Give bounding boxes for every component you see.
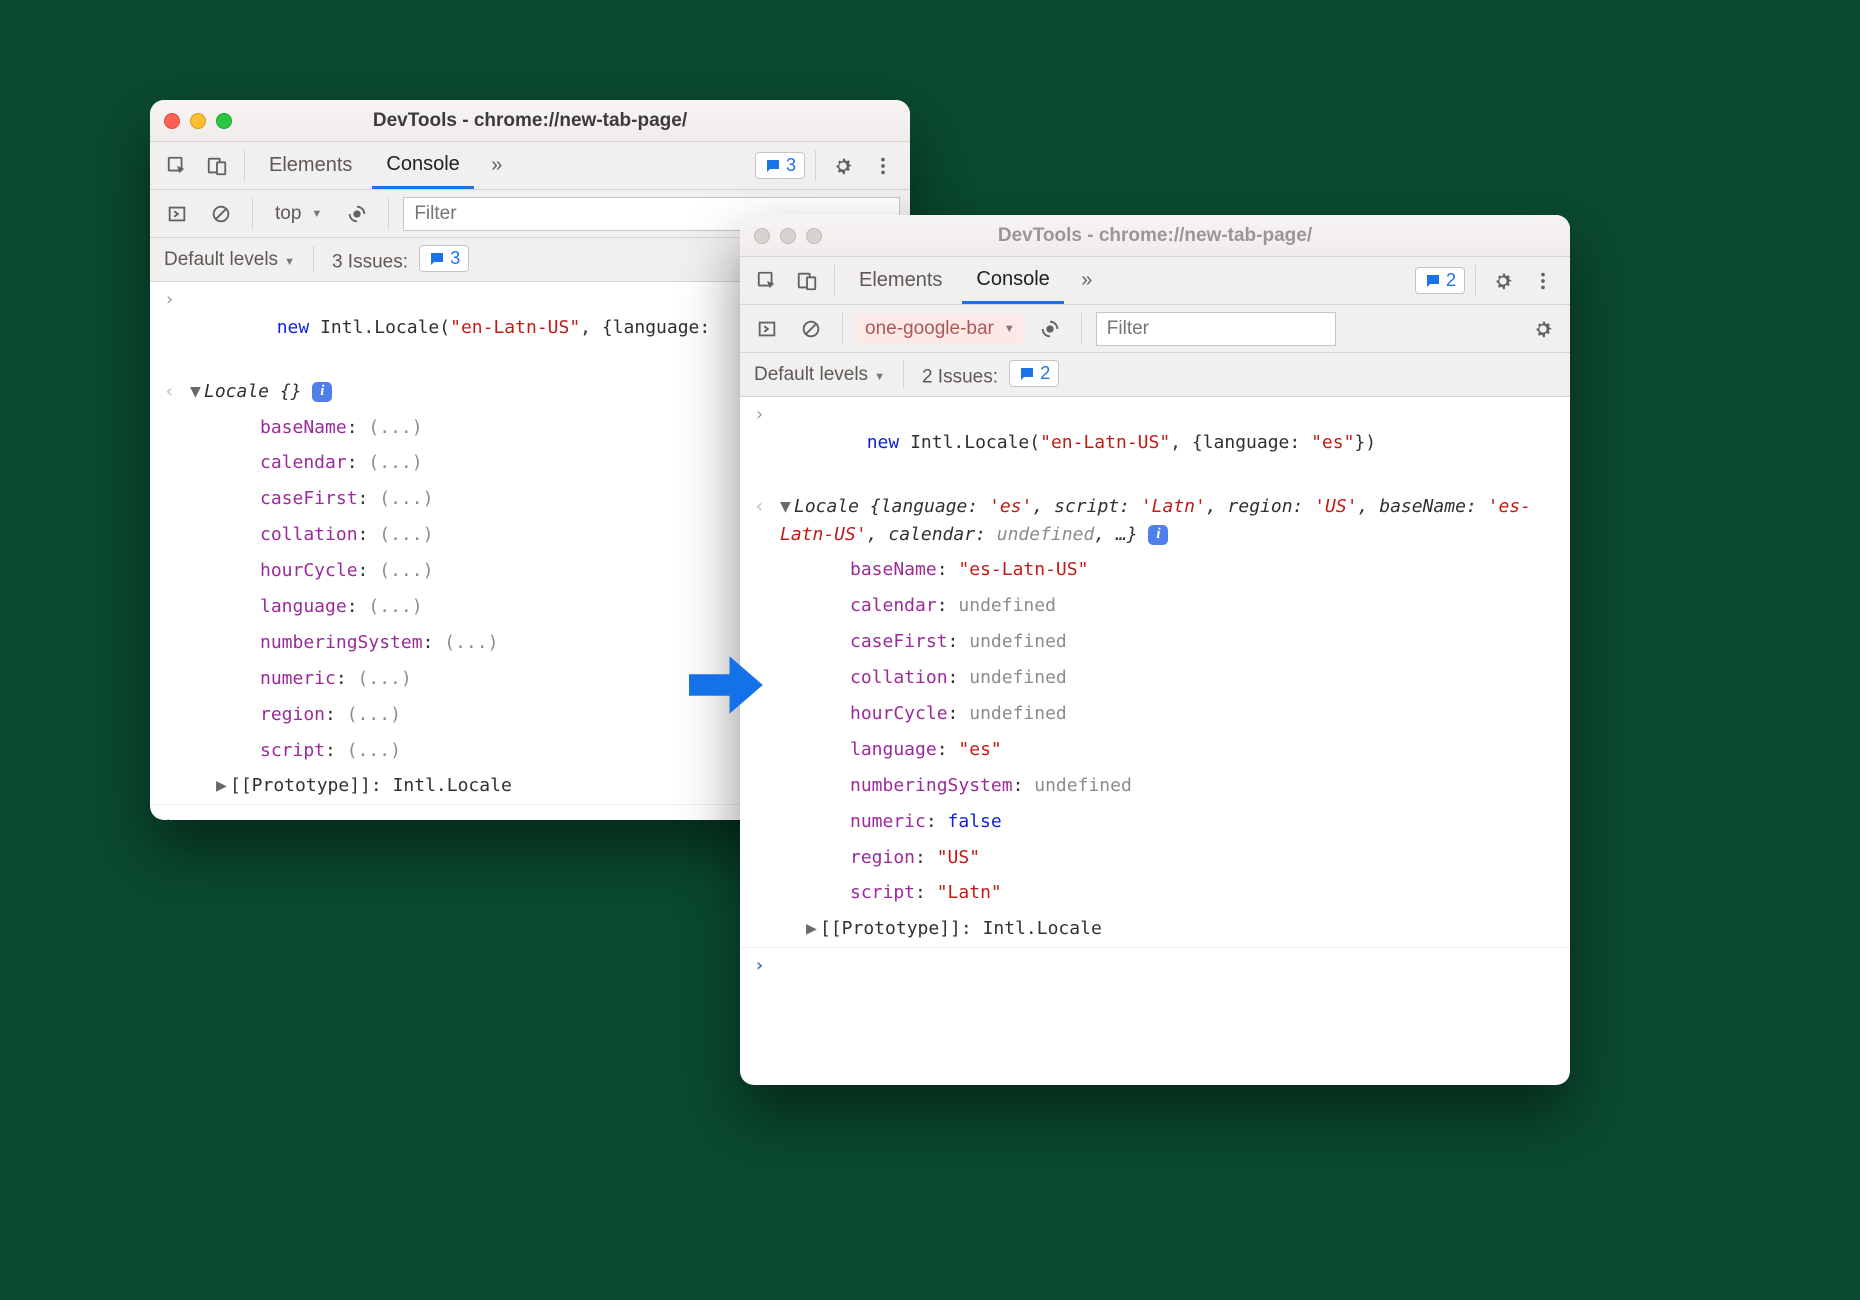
console-result-header[interactable]: ‹ ▼Locale {language: 'es', script: 'Latn… [740, 489, 1570, 553]
inspect-element-icon[interactable] [160, 149, 194, 183]
live-expression-icon[interactable] [1033, 312, 1067, 346]
property-row[interactable]: numberingSystem: undefined [740, 768, 1570, 804]
console-input-line: › new Intl.Locale("en-Latn-US", {languag… [740, 397, 1570, 489]
window-title: DevTools - chrome://new-tab-page/ [740, 225, 1570, 247]
clear-console-icon[interactable] [204, 197, 238, 231]
console-filter-row: Default levels 2 Issues: 2 [740, 353, 1570, 397]
live-expression-icon[interactable] [340, 197, 374, 231]
property-row[interactable]: collation: undefined [740, 660, 1570, 696]
object-properties: baseName: "es-Latn-US"calendar: undefine… [740, 552, 1570, 911]
main-toolbar: Elements Console » 3 [150, 142, 910, 190]
issues-badge[interactable]: 3 [755, 152, 805, 179]
info-icon[interactable]: i [312, 382, 332, 402]
titlebar: DevTools - chrome://new-tab-page/ [150, 100, 910, 142]
filter-input[interactable] [1096, 312, 1336, 346]
gear-icon[interactable] [1486, 264, 1520, 298]
close-icon[interactable] [754, 228, 770, 244]
device-toggle-icon[interactable] [790, 264, 824, 298]
issues-summary[interactable]: 3 Issues: 3 [332, 245, 469, 274]
issues-badge-count: 2 [1446, 270, 1456, 291]
device-toggle-icon[interactable] [200, 149, 234, 183]
window-title: DevTools - chrome://new-tab-page/ [150, 110, 910, 132]
gear-icon[interactable] [1526, 312, 1560, 346]
console-sidebar-icon[interactable] [160, 197, 194, 231]
close-icon[interactable] [164, 113, 180, 129]
kebab-menu-icon[interactable] [1526, 264, 1560, 298]
property-row[interactable]: script: "Latn" [740, 875, 1570, 911]
console-prompt[interactable]: › [740, 948, 1570, 984]
issues-badge-count: 3 [786, 155, 796, 176]
tab-console[interactable]: Console [372, 142, 473, 189]
issues-badge[interactable]: 2 [1415, 267, 1465, 294]
console-body[interactable]: › new Intl.Locale("en-Latn-US", {languag… [740, 397, 1570, 1085]
gear-icon[interactable] [826, 149, 860, 183]
property-row[interactable]: caseFirst: undefined [740, 624, 1570, 660]
main-toolbar: Elements Console » 2 [740, 257, 1570, 305]
console-sidebar-icon[interactable] [750, 312, 784, 346]
issues-summary[interactable]: 2 Issues: 2 [922, 360, 1059, 389]
minimize-icon[interactable] [780, 228, 796, 244]
minimize-icon[interactable] [190, 113, 206, 129]
property-row[interactable]: numeric: false [740, 804, 1570, 840]
property-row[interactable]: language: "es" [740, 732, 1570, 768]
tab-elements[interactable]: Elements [845, 257, 956, 304]
tab-console[interactable]: Console [962, 257, 1063, 304]
property-row[interactable]: hourCycle: undefined [740, 696, 1570, 732]
inspect-element-icon[interactable] [750, 264, 784, 298]
info-icon[interactable]: i [1148, 525, 1168, 545]
prototype-row[interactable]: ▶[[Prototype]]: Intl.Locale [740, 911, 1570, 948]
zoom-icon[interactable] [216, 113, 232, 129]
tab-elements[interactable]: Elements [255, 142, 366, 189]
traffic-lights [164, 113, 232, 129]
property-row[interactable]: baseName: "es-Latn-US" [740, 552, 1570, 588]
traffic-lights [754, 228, 822, 244]
clear-console-icon[interactable] [794, 312, 828, 346]
more-tabs-icon[interactable]: » [480, 149, 514, 183]
arrow-icon [680, 640, 770, 730]
levels-selector[interactable]: Default levels [754, 364, 885, 386]
kebab-menu-icon[interactable] [866, 149, 900, 183]
zoom-icon[interactable] [806, 228, 822, 244]
property-row[interactable]: calendar: undefined [740, 588, 1570, 624]
context-selector[interactable]: one-google-bar [857, 314, 1023, 344]
more-tabs-icon[interactable]: » [1070, 264, 1104, 298]
titlebar: DevTools - chrome://new-tab-page/ [740, 215, 1570, 257]
levels-selector[interactable]: Default levels [164, 249, 295, 271]
devtools-window-right: DevTools - chrome://new-tab-page/ Elemen… [740, 215, 1570, 1085]
property-row[interactable]: region: "US" [740, 840, 1570, 876]
context-selector[interactable]: top [267, 199, 330, 229]
console-toolbar: one-google-bar [740, 305, 1570, 353]
